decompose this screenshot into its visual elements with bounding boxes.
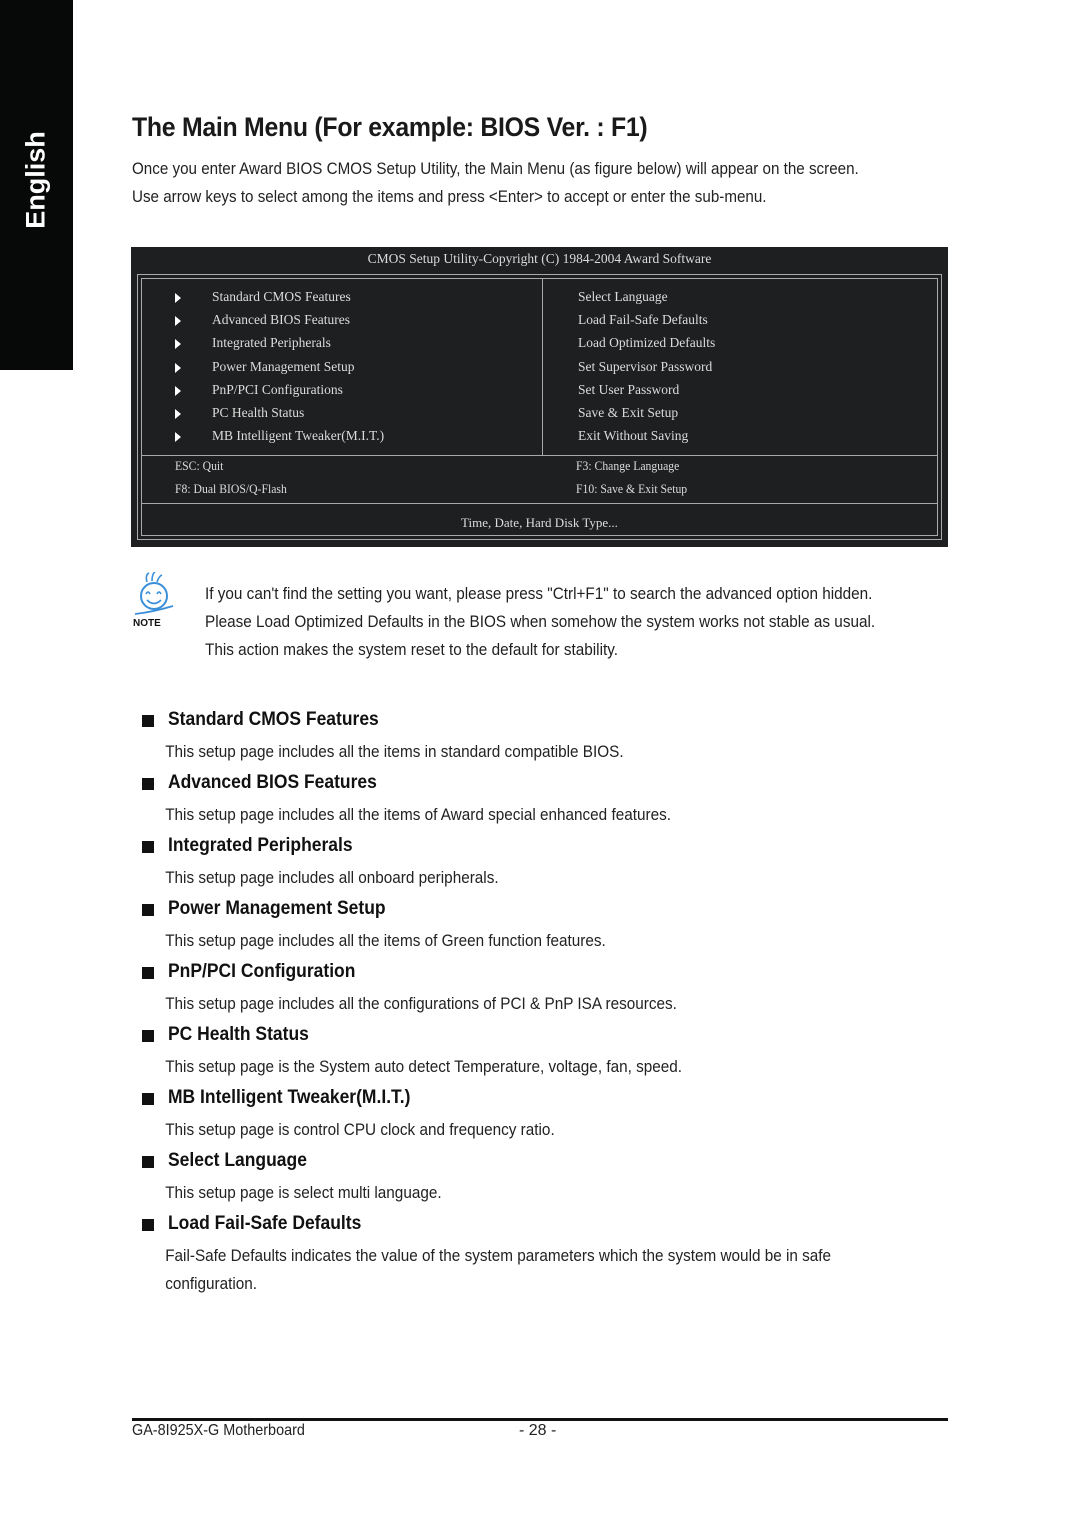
language-side-tab: English (0, 0, 73, 370)
bios-menu-label: Integrated Peripherals (212, 335, 331, 351)
bios-menu-item[interactable]: Set User Password (578, 380, 715, 403)
section-title: MB Intelligent Tweaker(M.I.T.) (168, 1087, 411, 1108)
bios-menu-item[interactable]: MB Intelligent Tweaker(M.I.T.) (142, 426, 542, 449)
intro-line: Use arrow keys to select among the items… (132, 188, 767, 206)
bullet-square-icon (142, 841, 154, 853)
submenu-arrow-icon (175, 385, 181, 396)
submenu-arrow-icon (175, 293, 181, 303)
section-title: PC Health Status (168, 1024, 309, 1045)
bios-menu-label: PnP/PCI Configurations (212, 381, 343, 397)
bios-help-text: Time, Date, Hard Disk Type... (461, 515, 618, 530)
bios-menu-label: Power Management Setup (212, 358, 355, 374)
bios-menu-label: MB Intelligent Tweaker(M.I.T.) (212, 428, 385, 444)
submenu-arrow-icon (175, 432, 181, 443)
intro-paragraph: Once you enter Award BIOS CMOS Setup Uti… (132, 155, 896, 211)
submenu-arrow-icon (175, 339, 181, 350)
bios-left-menu: Standard CMOS Features Advanced BIOS Fea… (142, 287, 542, 449)
key-hint-f8: F8: Dual BIOS/Q-Flash (175, 481, 287, 496)
note-line: If you can't find the setting you want, … (205, 584, 873, 603)
section-title: PnP/PCI Configuration (168, 961, 356, 982)
bios-menu-item[interactable]: Select Language (578, 287, 715, 310)
bios-column-divider (542, 279, 543, 455)
menu-descriptions: Standard CMOS Features This setup page i… (140, 706, 960, 1302)
bios-menu-item[interactable]: PC Health Status (142, 403, 542, 426)
bios-inner-frame: Standard CMOS Features Advanced BIOS Fea… (141, 278, 938, 536)
section-title: Load Fail-Safe Defaults (168, 1213, 362, 1234)
submenu-arrow-icon (175, 408, 181, 419)
section-power-management: Power Management Setup This setup page i… (140, 895, 960, 958)
bios-menu-item[interactable]: Load Optimized Defaults (578, 333, 715, 356)
bios-menu-label: PC Health Status (212, 404, 305, 420)
section-select-language: Select Language This setup page is selec… (140, 1147, 960, 1210)
page-number: - 28 - (519, 1422, 557, 1439)
bios-menu-item[interactable]: Set Supervisor Password (578, 357, 715, 380)
bullet-square-icon (142, 1156, 154, 1168)
note-line: Please Load Optimized Defaults in the BI… (205, 612, 876, 631)
section-description: This setup page includes all the configu… (165, 994, 677, 1013)
bullet-square-icon (142, 967, 154, 979)
bios-menu-item[interactable]: PnP/PCI Configurations (142, 380, 542, 403)
section-title: Select Language (168, 1150, 307, 1171)
footer-product-name: GA-8I925X-G Motherboard (132, 1422, 305, 1439)
section-title: Advanced BIOS Features (168, 772, 377, 793)
key-hint-f3: F3: Change Language (576, 458, 680, 473)
language-label: English (20, 131, 51, 229)
bios-divider (142, 455, 937, 456)
bios-menu-item[interactable]: Exit Without Saving (578, 426, 715, 449)
intro-line: Once you enter Award BIOS CMOS Setup Uti… (132, 160, 859, 178)
bios-menu-label: Advanced BIOS Features (212, 312, 350, 328)
bios-title: CMOS Setup Utility-Copyright (C) 1984-20… (367, 251, 712, 266)
section-pc-health: PC Health Status This setup page is the … (140, 1021, 960, 1084)
bios-menu-item[interactable]: Standard CMOS Features (142, 287, 542, 310)
bios-frame: Standard CMOS Features Advanced BIOS Fea… (137, 274, 942, 540)
note-icon: NOTE (133, 571, 177, 630)
section-integrated-peripherals: Integrated Peripherals This setup page i… (140, 832, 960, 895)
bios-menu-item[interactable]: Power Management Setup (142, 357, 542, 380)
submenu-arrow-icon (175, 316, 181, 327)
section-advanced-bios: Advanced BIOS Features This setup page i… (140, 769, 960, 832)
bios-menu-item[interactable]: Save & Exit Setup (578, 403, 715, 426)
section-description: Fail-Safe Defaults indicates the value o… (165, 1246, 832, 1293)
bios-key-legend: ESC: Quit F3: Change Language F8: Dual B… (142, 457, 937, 503)
bullet-square-icon (142, 904, 154, 916)
bullet-square-icon (142, 1030, 154, 1042)
section-title: Standard CMOS Features (168, 709, 379, 730)
note-line: This action makes the system reset to th… (205, 640, 619, 659)
note-text: If you can't find the setting you want, … (205, 580, 889, 664)
section-fail-safe-defaults: Load Fail-Safe Defaults Fail-Safe Defaul… (140, 1210, 960, 1302)
bullet-square-icon (142, 1093, 154, 1105)
bios-right-menu: Select Language Load Fail-Safe Defaults … (578, 287, 715, 449)
bullet-square-icon (142, 778, 154, 790)
footer-rule (132, 1418, 948, 1421)
section-description: This setup page is select multi language… (165, 1183, 442, 1202)
section-description: This setup page is the System auto detec… (165, 1057, 683, 1076)
bios-screenshot: CMOS Setup Utility-Copyright (C) 1984-20… (131, 247, 948, 547)
section-description: This setup page is control CPU clock and… (165, 1120, 555, 1139)
bullet-square-icon (142, 1219, 154, 1231)
bios-menu-label: Standard CMOS Features (212, 289, 351, 304)
bullet-square-icon (142, 715, 154, 727)
bios-menu-item[interactable]: Integrated Peripherals (142, 333, 542, 356)
page-title: The Main Menu (For example: BIOS Ver. : … (132, 112, 648, 142)
note-icon-label: NOTE (133, 618, 161, 629)
section-pnp-pci: PnP/PCI Configuration This setup page in… (140, 958, 960, 1021)
section-description: This setup page includes all the items o… (165, 931, 606, 950)
submenu-arrow-icon (175, 362, 181, 373)
section-mit: MB Intelligent Tweaker(M.I.T.) This setu… (140, 1084, 960, 1147)
bios-menu-item[interactable]: Load Fail-Safe Defaults (578, 310, 715, 333)
bios-divider (142, 503, 937, 504)
section-description: This setup page includes all the items i… (165, 742, 624, 761)
section-title: Integrated Peripherals (168, 835, 353, 856)
section-description: This setup page includes all the items o… (165, 805, 671, 824)
section-description: This setup page includes all onboard per… (165, 868, 499, 887)
key-hint-f10: F10: Save & Exit Setup (576, 481, 688, 496)
section-standard-cmos: Standard CMOS Features This setup page i… (140, 706, 960, 769)
section-title: Power Management Setup (168, 898, 386, 919)
bios-menu-item[interactable]: Advanced BIOS Features (142, 310, 542, 333)
key-hint-esc: ESC: Quit (175, 458, 224, 473)
